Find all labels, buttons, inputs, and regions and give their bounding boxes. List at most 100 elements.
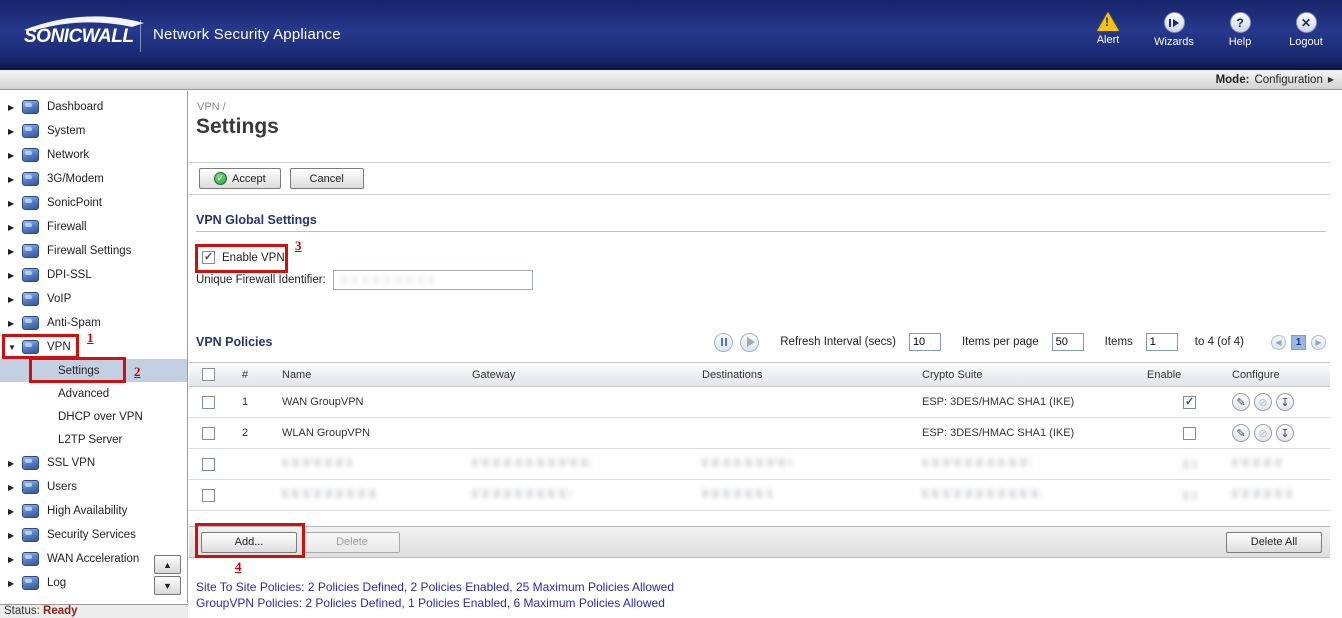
mode-arrow-icon[interactable]: ▶: [1328, 75, 1334, 84]
items-start-input[interactable]: [1146, 333, 1178, 351]
alert-button[interactable]: Alert: [1086, 12, 1130, 48]
help-icon: ?: [1230, 12, 1251, 33]
expand-arrow-icon[interactable]: ▶: [8, 247, 18, 256]
vpn-policies-heading: VPN Policies: [196, 335, 272, 349]
redacted-content: [282, 458, 352, 467]
expand-arrow-icon[interactable]: ▶: [8, 271, 18, 280]
sidebar-item-3g-modem[interactable]: ▶3G/Modem: [0, 167, 187, 191]
sidebar-item-users[interactable]: ▶Users: [0, 475, 187, 499]
items-range-label: to 4 (of 4): [1195, 336, 1244, 348]
logo-swoosh-icon: [22, 15, 148, 35]
row-select-checkbox[interactable]: [202, 427, 215, 440]
prev-page-button[interactable]: ◀: [1271, 335, 1286, 350]
sidebar-item-ssl-vpn[interactable]: ▶SSL VPN: [0, 451, 187, 475]
policy-enable-checkbox[interactable]: [1183, 396, 1196, 409]
sidebar-item-firewall[interactable]: ▶Firewall: [0, 215, 187, 239]
expand-arrow-icon[interactable]: ▶: [8, 223, 18, 232]
sidebar-item-security-services[interactable]: ▶Security Services: [0, 523, 187, 547]
export-policy-icon[interactable]: ↧: [1276, 393, 1294, 411]
expand-arrow-icon[interactable]: ▶: [8, 295, 18, 304]
disable-policy-icon[interactable]: ⊘: [1254, 393, 1272, 411]
export-policy-icon[interactable]: ↧: [1276, 424, 1294, 442]
table-row: 1 WAN GroupVPN ESP: 3DES/HMAC SHA1 (IKE)…: [189, 387, 1330, 418]
sidebar-item-l2tp-server[interactable]: L2TP Server: [0, 428, 187, 451]
expand-arrow-icon[interactable]: ▶: [8, 507, 18, 516]
sidebar-item-dashboard[interactable]: ▶Dashboard: [0, 95, 187, 119]
expand-arrow-icon[interactable]: ▶: [8, 483, 18, 492]
page-title: Settings: [196, 115, 279, 139]
expand-arrow-icon[interactable]: ▶: [8, 531, 18, 540]
wizards-button[interactable]: Wizards: [1152, 12, 1196, 48]
sidebar-item-anti-spam[interactable]: ▶Anti-Spam: [0, 311, 187, 335]
alert-warning-icon: [1097, 12, 1119, 31]
sidebar-item-vpn-settings[interactable]: Settings: [0, 359, 187, 382]
row-select-checkbox[interactable]: [202, 489, 215, 502]
mode-value[interactable]: Configuration: [1254, 74, 1322, 86]
redacted-content: [922, 458, 1032, 467]
policy-enable-checkbox[interactable]: [1183, 427, 1196, 440]
product-name: Network Security Appliance: [153, 26, 341, 43]
play-refresh-button[interactable]: [740, 333, 759, 352]
disable-policy-icon[interactable]: ⊘: [1254, 424, 1272, 442]
policy-crypto-suite: ESP: 3DES/HMAC SHA1 (IKE): [922, 396, 1147, 408]
add-label: Add...: [235, 536, 264, 548]
accept-button[interactable]: ✓ Accept: [199, 168, 281, 189]
expand-arrow-icon[interactable]: ▶: [8, 579, 18, 588]
accept-label: Accept: [232, 173, 266, 185]
wan-acceleration-icon: [22, 552, 39, 566]
expand-arrow-icon[interactable]: ▶: [8, 151, 18, 160]
enable-vpn-checkbox[interactable]: [202, 251, 215, 264]
accept-check-icon: ✓: [214, 172, 227, 185]
edit-policy-icon[interactable]: ✎: [1232, 393, 1250, 411]
policy-crypto-suite: ESP: 3DES/HMAC SHA1 (IKE): [922, 427, 1147, 439]
sidebar-item-vpn-advanced[interactable]: Advanced: [0, 382, 187, 405]
row-select-checkbox[interactable]: [202, 458, 215, 471]
sidebar-item-network[interactable]: ▶Network: [0, 143, 187, 167]
delete-policy-button[interactable]: Delete: [304, 532, 400, 553]
select-all-checkbox[interactable]: [202, 368, 215, 381]
add-policy-button[interactable]: Add...: [201, 532, 297, 553]
sidebar-item-label: Settings: [58, 365, 100, 377]
sidebar-item-dhcp-over-vpn[interactable]: DHCP over VPN: [0, 405, 187, 428]
next-page-button[interactable]: ▶: [1311, 335, 1326, 350]
status-value: Ready: [43, 605, 78, 617]
expand-arrow-icon[interactable]: ▶: [8, 127, 18, 136]
collapse-arrow-icon[interactable]: ▼: [8, 343, 18, 352]
scroll-down-button[interactable]: ▼: [154, 576, 181, 595]
expand-arrow-icon[interactable]: ▶: [8, 319, 18, 328]
current-page-button[interactable]: 1: [1291, 335, 1306, 350]
network-icon: [22, 148, 39, 162]
cancel-button[interactable]: Cancel: [290, 168, 364, 189]
dpi-ssl-icon: [22, 268, 39, 282]
enable-vpn-label: Enable VPN: [222, 252, 285, 264]
logout-button[interactable]: ✕ Logout: [1284, 12, 1328, 48]
expand-arrow-icon[interactable]: ▶: [8, 175, 18, 184]
delete-all-button[interactable]: Delete All: [1226, 532, 1322, 553]
wizards-label: Wizards: [1154, 36, 1194, 48]
users-icon: [22, 480, 39, 494]
sidebar-item-dpi-ssl[interactable]: ▶DPI-SSL: [0, 263, 187, 287]
sidebar-item-vpn[interactable]: ▼VPN: [0, 335, 187, 359]
expand-arrow-icon[interactable]: ▶: [8, 103, 18, 112]
annotation-number-2: 2: [134, 364, 141, 380]
row-select-checkbox[interactable]: [202, 396, 215, 409]
edit-policy-icon[interactable]: ✎: [1232, 424, 1250, 442]
main-content: VPN / Settings ✓ Accept Cancel VPN Globa…: [189, 91, 1342, 618]
sidebar-item-voip[interactable]: ▶VoIP: [0, 287, 187, 311]
vpn-policies-table: # Name Gateway Destinations Crypto Suite…: [189, 362, 1330, 511]
expand-arrow-icon[interactable]: ▶: [8, 555, 18, 564]
header-divider: [140, 20, 141, 52]
sidebar-item-high-availability[interactable]: ▶High Availability: [0, 499, 187, 523]
items-per-page-input[interactable]: [1052, 333, 1084, 351]
refresh-interval-input[interactable]: [909, 333, 941, 351]
sidebar-item-sonicpoint[interactable]: ▶SonicPoint: [0, 191, 187, 215]
expand-arrow-icon[interactable]: ▶: [8, 199, 18, 208]
sidebar-item-firewall-settings[interactable]: ▶Firewall Settings: [0, 239, 187, 263]
expand-arrow-icon[interactable]: ▶: [8, 459, 18, 468]
help-button[interactable]: ? Help: [1218, 12, 1262, 48]
sonicwall-logo: SONICWALL: [24, 17, 139, 53]
sidebar-item-system[interactable]: ▶System: [0, 119, 187, 143]
pause-refresh-button[interactable]: [714, 333, 733, 352]
system-icon: [22, 124, 39, 138]
scroll-up-button[interactable]: ▲: [154, 555, 181, 574]
